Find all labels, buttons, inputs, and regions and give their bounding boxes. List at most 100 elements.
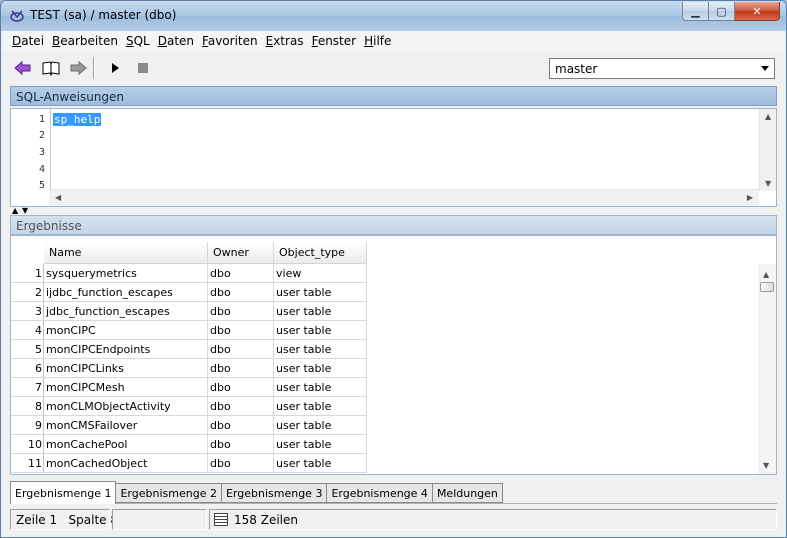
sql-editor[interactable]: 1 2 3 4 5 sp_help ▲ ▼ ◀ ▶	[10, 108, 777, 207]
cell-object-type[interactable]: user table	[274, 416, 367, 435]
row-number[interactable]: 10	[11, 435, 44, 454]
column-header-object-type[interactable]: Object_type	[274, 242, 367, 264]
scroll-up-icon[interactable]: ▲	[765, 112, 771, 121]
cell-owner[interactable]: dbo	[208, 397, 274, 416]
column-header-name[interactable]: Name	[44, 242, 208, 264]
cell-owner[interactable]: dbo	[208, 435, 274, 454]
cell-owner[interactable]: dbo	[208, 283, 274, 302]
cell-name[interactable]: monCIPC	[44, 321, 208, 340]
cell-name[interactable]: ijdbc_function_escapes	[44, 283, 208, 302]
cell-owner[interactable]: dbo	[208, 302, 274, 321]
row-number[interactable]: 11	[11, 454, 44, 473]
tab-ergebnismenge-2[interactable]: Ergebnismenge 2	[116, 483, 222, 503]
tab-ergebnismenge-4[interactable]: Ergebnismenge 4	[327, 483, 433, 503]
close-button[interactable]: ✕	[735, 2, 780, 21]
table-row[interactable]: 8 monCLMObjectActivity dbo user table	[11, 397, 367, 416]
table-row[interactable]: 4 monCIPC dbo user table	[11, 321, 367, 340]
execute-button[interactable]	[104, 58, 126, 78]
cell-object-type[interactable]: user table	[274, 359, 367, 378]
menu-fenster[interactable]: Fenster	[311, 34, 358, 48]
table-row[interactable]: 6 monCIPCLinks dbo user table	[11, 359, 367, 378]
cell-name[interactable]: monCIPCLinks	[44, 359, 208, 378]
table-row[interactable]: 3 jdbc_function_escapes dbo user table	[11, 302, 367, 321]
cell-object-type[interactable]: user table	[274, 283, 367, 302]
menu-hilfe[interactable]: Hilfe	[363, 34, 392, 48]
editor-vertical-scrollbar[interactable]: ▲ ▼	[759, 109, 776, 191]
row-number[interactable]: 5	[11, 340, 44, 359]
menu-sql[interactable]: SQL	[125, 34, 151, 48]
menu-datei[interactable]: Datei	[11, 34, 45, 48]
cell-object-type[interactable]: user table	[274, 397, 367, 416]
table-row[interactable]: 2 ijdbc_function_escapes dbo user table	[11, 283, 367, 302]
cell-owner[interactable]: dbo	[208, 454, 274, 473]
cell-name[interactable]: monCIPCEndpoints	[44, 340, 208, 359]
row-number[interactable]: 4	[11, 321, 44, 340]
tab-ergebnismenge-1[interactable]: Ergebnismenge 1	[10, 481, 117, 504]
row-number[interactable]: 3	[11, 302, 44, 321]
table-row[interactable]: 11 monCachedObject dbo user table	[11, 454, 367, 473]
cell-owner[interactable]: dbo	[208, 378, 274, 397]
tab-ergebnismenge-3[interactable]: Ergebnismenge 3	[221, 483, 328, 503]
scroll-right-icon[interactable]: ▶	[747, 193, 753, 202]
cell-object-type[interactable]: user table	[274, 435, 367, 454]
row-number[interactable]: 6	[11, 359, 44, 378]
back-button[interactable]	[12, 58, 34, 78]
cell-name[interactable]: monCLMObjectActivity	[44, 397, 208, 416]
grid-vertical-scrollbar[interactable]: ▲ ▼	[758, 264, 776, 474]
scroll-left-icon[interactable]: ◀	[55, 193, 61, 202]
row-number[interactable]: 1	[11, 264, 44, 283]
pane-splitter[interactable]: ▲ ▼	[10, 207, 777, 215]
results-grid[interactable]: Name Owner Object_type 1 sysquerymetrics d…	[10, 235, 777, 475]
row-number[interactable]: 9	[11, 416, 44, 435]
collapse-down-icon[interactable]: ▼	[22, 207, 28, 215]
table-row[interactable]: 9 monCMSFailover dbo user table	[11, 416, 367, 435]
cell-owner[interactable]: dbo	[208, 416, 274, 435]
table-row[interactable]: 7 monCIPCMesh dbo user table	[11, 378, 367, 397]
menu-extras[interactable]: Extras	[265, 34, 305, 48]
scroll-down-icon[interactable]: ▼	[763, 461, 769, 470]
column-header-owner[interactable]: Owner	[208, 242, 274, 264]
cell-name[interactable]: monCIPCMesh	[44, 378, 208, 397]
cell-owner[interactable]: dbo	[208, 264, 274, 283]
cell-name[interactable]: jdbc_function_escapes	[44, 302, 208, 321]
cell-object-type[interactable]: view	[274, 264, 367, 283]
row-number[interactable]: 7	[11, 378, 44, 397]
title-bar[interactable]: TEST (sa) / master (dbo) ▁ ▢ ✕	[1, 1, 786, 31]
minimize-button[interactable]: ▁	[682, 2, 709, 21]
cell-object-type[interactable]: user table	[274, 378, 367, 397]
history-button[interactable]	[40, 58, 62, 78]
database-select[interactable]: master	[549, 58, 775, 79]
editor-horizontal-scrollbar[interactable]: ◀ ▶	[49, 189, 759, 206]
cell-name[interactable]: monCachedObject	[44, 454, 208, 473]
table-row[interactable]: 5 monCIPCEndpoints dbo user table	[11, 340, 367, 359]
sql-code-line[interactable]: sp_help	[53, 113, 102, 126]
maximize-button[interactable]: ▢	[709, 2, 735, 21]
stop-button[interactable]	[132, 58, 154, 78]
cell-object-type[interactable]: user table	[274, 340, 367, 359]
menu-bearbeiten[interactable]: Bearbeiten	[51, 34, 119, 48]
table-row[interactable]: 10 monCachePool dbo user table	[11, 435, 367, 454]
menu-daten[interactable]: Daten	[157, 34, 195, 48]
chevron-down-icon[interactable]	[761, 66, 769, 71]
status-empty-pane	[112, 509, 207, 530]
cell-name[interactable]: monCMSFailover	[44, 416, 208, 435]
menu-favoriten[interactable]: Favoriten	[201, 34, 259, 48]
cell-object-type[interactable]: user table	[274, 454, 367, 473]
cell-owner[interactable]: dbo	[208, 321, 274, 340]
result-tabs: Ergebnismenge 1 Ergebnismenge 2 Ergebnis…	[10, 481, 503, 504]
cell-name[interactable]: sysquerymetrics	[44, 264, 208, 283]
table-row[interactable]: 1 sysquerymetrics dbo view	[11, 264, 367, 283]
tab-meldungen[interactable]: Meldungen	[432, 483, 503, 503]
scrollbar-thumb[interactable]	[760, 282, 774, 292]
scroll-down-icon[interactable]: ▼	[765, 179, 771, 188]
cell-object-type[interactable]: user table	[274, 302, 367, 321]
cell-object-type[interactable]: user table	[274, 321, 367, 340]
forward-button[interactable]	[67, 58, 89, 78]
row-number[interactable]: 2	[11, 283, 44, 302]
cell-name[interactable]: monCachePool	[44, 435, 208, 454]
cell-owner[interactable]: dbo	[208, 359, 274, 378]
row-number[interactable]: 8	[11, 397, 44, 416]
cell-owner[interactable]: dbo	[208, 340, 274, 359]
collapse-up-icon[interactable]: ▲	[12, 207, 18, 215]
scroll-up-icon[interactable]: ▲	[763, 270, 769, 279]
